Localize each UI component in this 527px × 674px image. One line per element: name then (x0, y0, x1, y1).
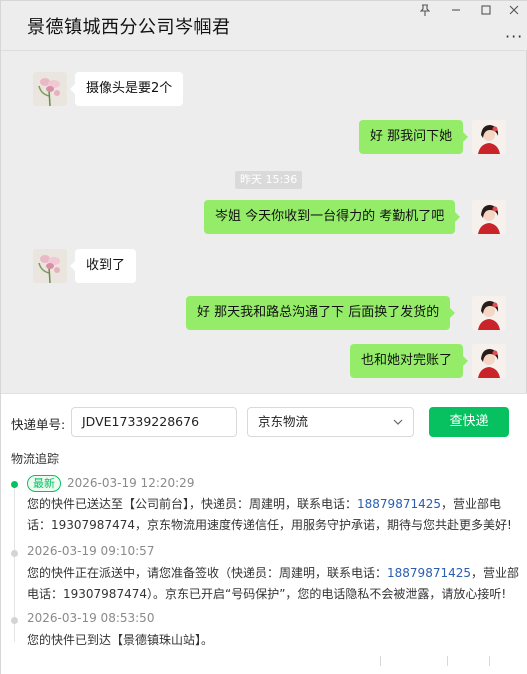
chat-window: 景德镇城西分公司岑帼君 ··· 摄像头是要2个 好 那我问下她 昨天 15:36… (0, 0, 527, 674)
event-description: 您的快件已到达【景德镇珠山站】。 (27, 630, 507, 651)
self-avatar[interactable] (472, 200, 506, 234)
express-tracking-panel: 快递单号: JDVE17339228676 京东物流 查快递 物流追踪 最新 2… (1, 393, 527, 674)
event-text: 您的快件正在派送中，请您准备签收（快递员：周建明，联系电话： (27, 566, 388, 580)
tracking-number-label: 快递单号: (11, 417, 66, 432)
timeline-dot (11, 550, 18, 557)
message-timestamp: 昨天 15:36 (235, 171, 303, 189)
close-icon[interactable] (501, 1, 527, 19)
tracking-timeline: 最新 2026-03-19 12:20:29 您的快件已送达至【公司前台】，快递… (1, 472, 527, 672)
contact-avatar[interactable] (33, 249, 67, 283)
message-bubble-received[interactable]: 收到了 (69, 249, 137, 283)
event-time: 2026-03-19 08:53:50 (27, 611, 155, 625)
scroll-tick (447, 656, 448, 666)
query-express-button[interactable]: 查快递 (429, 407, 509, 437)
self-avatar[interactable] (472, 120, 506, 154)
courier-phone-link[interactable]: 18879871425 (357, 497, 441, 511)
event-text: 您的快件已到达【景德镇珠山站】。 (27, 633, 214, 647)
event-text: 您的快件已送达至【公司前台】，快递员：周建明，联系电话： (27, 497, 358, 511)
scroll-tick (489, 656, 490, 666)
courier-phone-link[interactable]: 18879871425 (387, 566, 471, 580)
event-time: 2026-03-19 09:10:57 (27, 544, 155, 558)
chat-title: 景德镇城西分公司岑帼君 (27, 17, 231, 38)
carrier-select-value: 京东物流 (258, 414, 309, 429)
message-list[interactable]: 摄像头是要2个 好 那我问下她 昨天 15:36 岑姐 今天你收到一台得力的 考… (1, 51, 527, 391)
latest-badge: 最新 (27, 475, 61, 492)
message-bubble-sent[interactable]: 也和她对完账了 (350, 344, 469, 378)
carrier-select[interactable]: 京东物流 (247, 407, 414, 437)
event-text: ，营业部 (471, 566, 520, 580)
pin-icon[interactable] (412, 1, 438, 19)
scroll-tick (380, 656, 381, 666)
more-icon[interactable]: ··· (505, 27, 523, 46)
event-description: 您的快件正在派送中，请您准备签收（快递员：周建明，联系电话：1887987142… (27, 563, 519, 605)
timeline-dot (11, 617, 18, 624)
event-text: 电话：19307987474）。京东已开启“号码保护”，您的电话隐私不会被泄露，… (27, 587, 507, 601)
tracking-number-input[interactable]: JDVE17339228676 (71, 407, 237, 437)
message-bubble-sent[interactable]: 岑姐 今天你收到一台得力的 考勤机了吧 (204, 200, 461, 234)
event-text: 话：19307987474，京东物流用速度传递信任，用服务守护承诺，期待与您共赴… (27, 518, 512, 532)
event-description: 您的快件已送达至【公司前台】，快递员：周建明，联系电话：18879871425，… (27, 494, 512, 536)
timeline-dot-active (11, 481, 18, 488)
title-bar: 景德镇城西分公司岑帼君 ··· (1, 1, 527, 51)
self-avatar[interactable] (472, 296, 506, 330)
self-avatar[interactable] (472, 344, 506, 378)
minimize-icon[interactable] (443, 1, 469, 19)
message-bubble-sent[interactable]: 好 那天我和路总沟通了下 后面换了发货的 (186, 296, 456, 330)
maximize-icon[interactable] (473, 1, 499, 19)
tracking-section-title: 物流追踪 (11, 452, 60, 466)
event-text: ，营业部电 (441, 497, 502, 511)
chevron-down-icon (393, 419, 403, 425)
message-bubble-sent[interactable]: 好 那我问下她 (359, 120, 469, 154)
contact-avatar[interactable] (33, 72, 67, 106)
message-bubble-received[interactable]: 摄像头是要2个 (69, 72, 184, 106)
event-time: 2026-03-19 12:20:29 (67, 476, 195, 490)
